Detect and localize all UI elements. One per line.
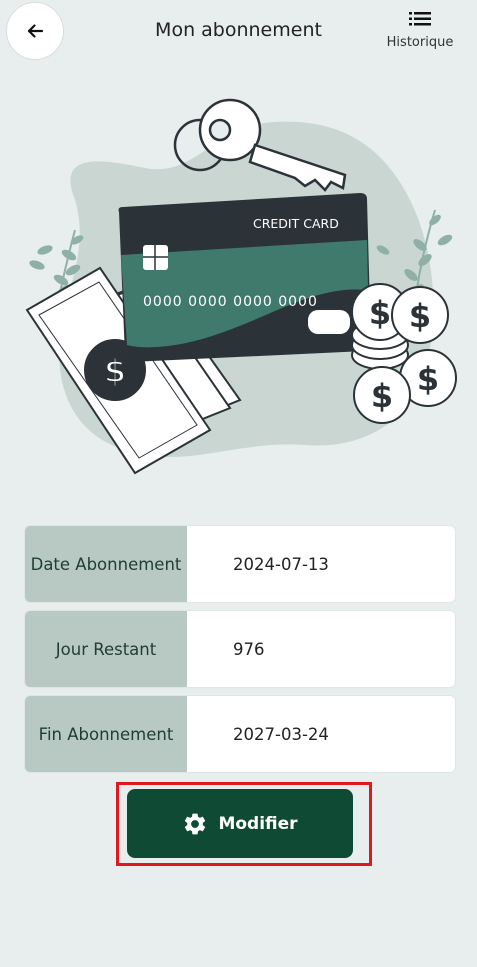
coins-icon: $ $ $ $ <box>351 283 457 424</box>
history-button[interactable]: Historique <box>385 10 455 50</box>
info-label: Jour Restant <box>25 611 187 687</box>
svg-text:$: $ <box>369 294 391 332</box>
credit-card-icon: CREDIT CARD 0000 0000 0000 0000 <box>118 193 371 362</box>
info-label: Date Abonnement <box>25 526 187 602</box>
info-row-jour-restant: Jour Restant 976 <box>25 611 455 687</box>
app-header: Mon abonnement Historique <box>0 0 477 64</box>
svg-text:$: $ <box>104 352 126 390</box>
info-value: 2027-03-24 <box>233 724 329 744</box>
payment-illustration: $ CREDIT CARD 0000 0000 0000 0000 $ $ $ … <box>25 98 457 475</box>
info-value: 2024-07-13 <box>233 554 329 574</box>
info-row-date-abonnement: Date Abonnement 2024-07-13 <box>25 526 455 602</box>
svg-text:$: $ <box>409 297 431 335</box>
modify-button[interactable]: Modifier <box>127 789 353 858</box>
info-label: Fin Abonnement <box>25 696 187 772</box>
modify-button-label: Modifier <box>218 813 298 834</box>
info-value: 976 <box>233 639 265 659</box>
list-icon <box>409 12 431 26</box>
history-label: Historique <box>386 35 454 50</box>
card-number: 0000 0000 0000 0000 <box>143 294 318 310</box>
svg-text:$: $ <box>417 360 439 398</box>
gear-icon <box>185 813 206 834</box>
svg-text:$: $ <box>371 377 393 415</box>
info-row-fin-abonnement: Fin Abonnement 2027-03-24 <box>25 696 455 772</box>
card-title: CREDIT CARD <box>253 216 339 231</box>
